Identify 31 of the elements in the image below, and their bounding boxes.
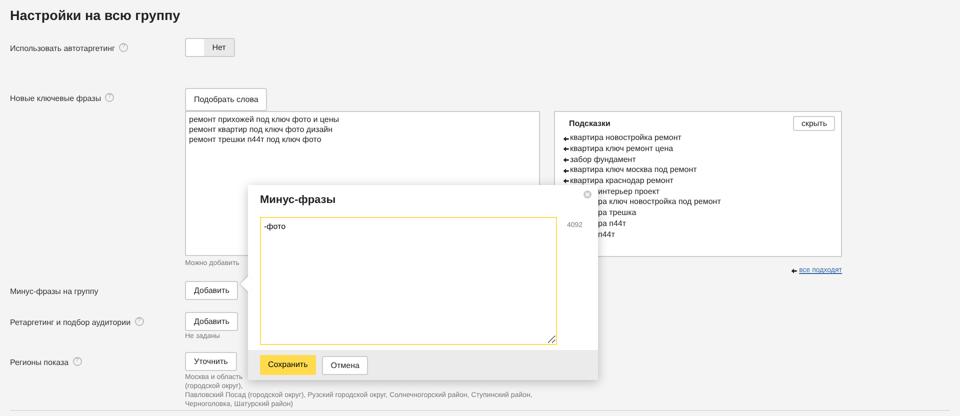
suggestion-link[interactable]: квартира ключ москва под ремонт <box>570 165 697 176</box>
suggestion-link[interactable]: ра трешка <box>598 208 636 219</box>
suggestion-link[interactable]: квартира новостройка ремонт <box>570 133 682 144</box>
field-label: Использовать автотаргетинг <box>10 43 115 56</box>
suggestion-link[interactable]: квартира ключ ремонт цена <box>570 144 674 155</box>
keyword-phrase: ремонт прихожей под ключ фото и цены <box>189 115 340 126</box>
keyword-phrase: ремонт квартир под ключ фото дизайн <box>189 125 334 136</box>
field-label: Регионы показа <box>10 357 69 370</box>
add-button[interactable]: Добавить <box>185 281 238 300</box>
save-button[interactable]: Сохранить <box>260 355 316 375</box>
refine-button[interactable]: Уточнить <box>185 352 237 372</box>
suggestion-link[interactable]: п44т <box>598 230 615 240</box>
section-heading: Настройки на всю группу <box>10 7 182 25</box>
toggle-switch[interactable]: Нет <box>185 38 235 58</box>
suggestion-link[interactable]: квартира краснодар ремонт <box>570 176 674 187</box>
suggestion-link[interactable]: ра п44т <box>598 218 626 230</box>
hide-button[interactable]: скрыть <box>793 116 835 132</box>
minus-phrases-field[interactable]: -фото <box>260 217 557 345</box>
pick-words-button[interactable]: Подобрать слова <box>185 88 268 112</box>
cancel-button[interactable]: Отмена <box>322 356 368 374</box>
add-button[interactable]: Добавить <box>185 312 238 332</box>
keyword-phrase: ремонт трешки п44т под ключ фото <box>189 135 322 146</box>
suggestions-title: Подсказки <box>569 118 610 130</box>
field-label: Минус-фразы на группу <box>10 286 98 298</box>
popup-title: Минус-фразы <box>260 193 336 208</box>
field-label: Ретаргетинг и подбор аудитории <box>10 317 131 330</box>
field-label: Новые ключевые фразы <box>10 93 102 106</box>
suggestion-link[interactable]: интерьер проект <box>598 186 660 198</box>
arrow-left-icon[interactable] <box>791 268 798 274</box>
suggestion-link[interactable]: забор фундамент <box>570 154 636 166</box>
suggestion-link[interactable]: ра ключ новостройка под ремонт <box>598 197 721 208</box>
